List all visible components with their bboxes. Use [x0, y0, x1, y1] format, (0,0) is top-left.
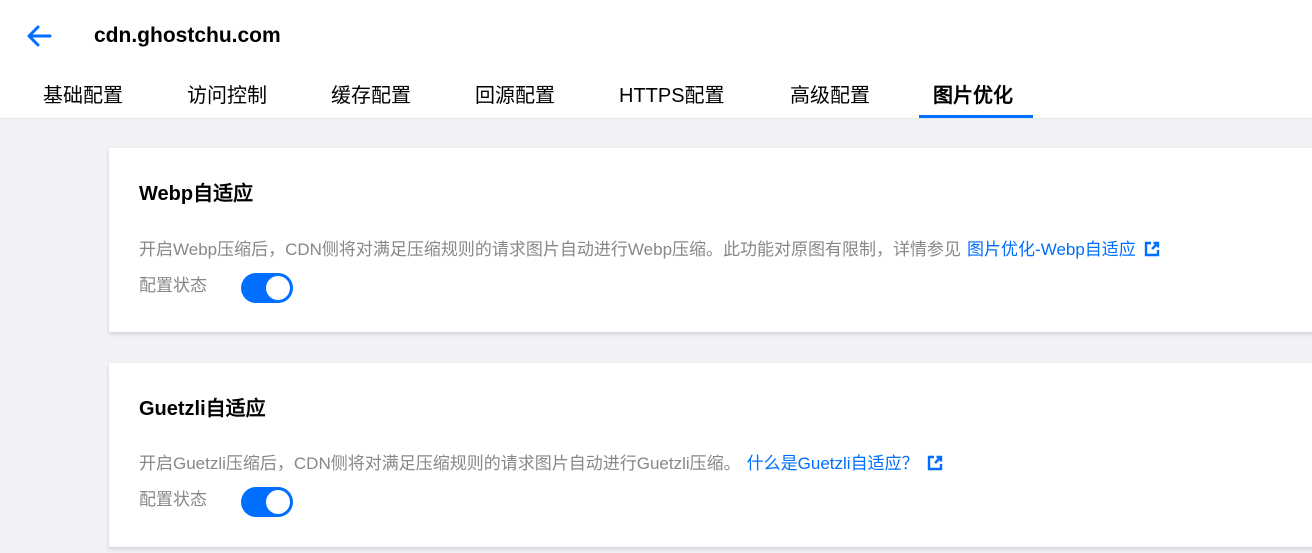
back-arrow-icon[interactable] — [26, 24, 52, 48]
tab-image-optimization[interactable]: 图片优化 — [933, 80, 1013, 118]
active-tab-indicator — [919, 115, 1033, 118]
webp-adaptive-card: Webp自适应 开启Webp压缩后，CDN侧将对满足压缩规则的请求图片自动进行W… — [109, 148, 1312, 332]
webp-description-text: 开启Webp压缩后，CDN侧将对满足压缩规则的请求图片自动进行Webp压缩。此功… — [139, 240, 962, 259]
page-header: cdn.ghostchu.com 基础配置 访问控制 缓存配置 回源配置 HTT… — [0, 0, 1312, 119]
tab-access-control[interactable]: 访问控制 — [187, 80, 267, 118]
guetzli-description-text: 开启Guetzli压缩后，CDN侧将对满足压缩规则的请求图片自动进行Guetzl… — [139, 454, 741, 473]
guetzli-status-label: 配置状态 — [139, 490, 207, 509]
external-link-icon[interactable] — [927, 454, 943, 478]
webp-doc-link[interactable]: 图片优化-Webp自适应 — [967, 240, 1136, 259]
toggle-knob — [266, 490, 290, 514]
webp-card-title: Webp自适应 — [139, 183, 254, 205]
tab-advanced-config[interactable]: 高级配置 — [790, 80, 870, 118]
page-title: cdn.ghostchu.com — [94, 24, 281, 47]
toggle-knob — [266, 276, 290, 300]
guetzli-status-toggle[interactable] — [241, 487, 293, 517]
webp-status-toggle[interactable] — [241, 273, 293, 303]
tab-https-config[interactable]: HTTPS配置 — [619, 80, 725, 118]
guetzli-adaptive-card: Guetzli自适应 开启Guetzli压缩后，CDN侧将对满足压缩规则的请求图… — [109, 363, 1312, 547]
webp-card-description: 开启Webp压缩后，CDN侧将对满足压缩规则的请求图片自动进行Webp压缩。此功… — [139, 238, 1160, 264]
webp-status-label: 配置状态 — [139, 276, 207, 295]
tab-origin-config[interactable]: 回源配置 — [475, 80, 555, 118]
tab-basic-config[interactable]: 基础配置 — [43, 80, 123, 118]
external-link-icon[interactable] — [1144, 240, 1160, 264]
guetzli-card-description: 开启Guetzli压缩后，CDN侧将对满足压缩规则的请求图片自动进行Guetzl… — [139, 452, 943, 478]
guetzli-card-title: Guetzli自适应 — [139, 398, 266, 420]
guetzli-doc-link[interactable]: 什么是Guetzli自适应？ — [747, 454, 919, 473]
tab-cache-config[interactable]: 缓存配置 — [331, 80, 411, 118]
